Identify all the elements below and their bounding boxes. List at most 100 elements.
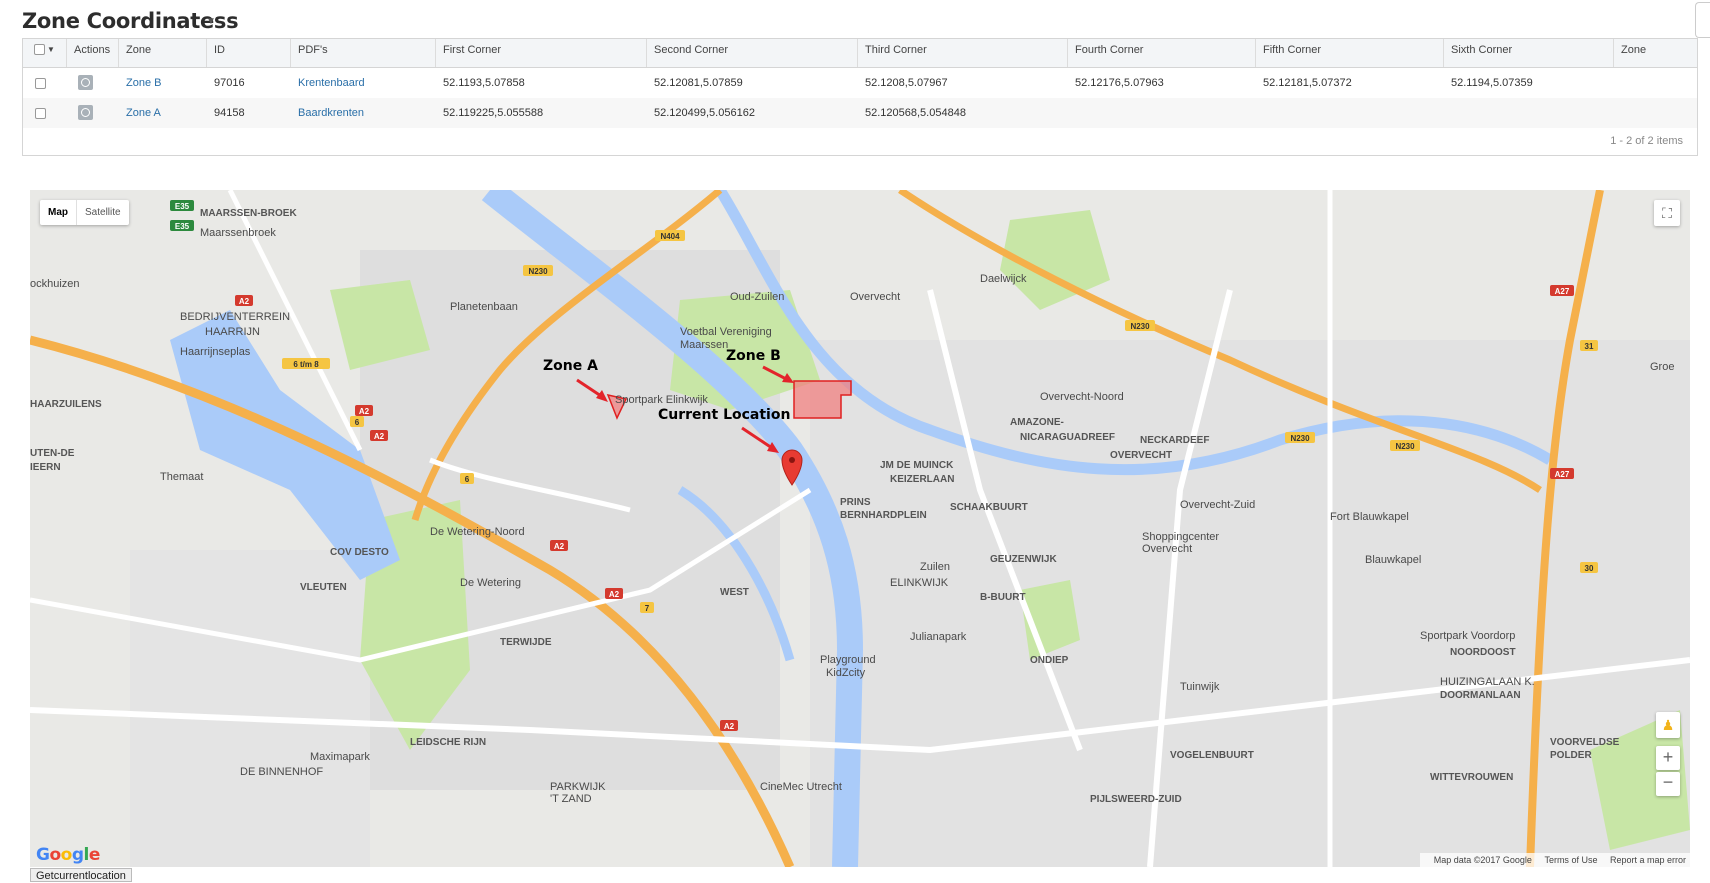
map-type-satellite[interactable]: Satellite (77, 200, 129, 225)
pegman-icon[interactable]: ♟ (1656, 712, 1680, 738)
map-view[interactable]: Zone A Zone B Current Location MAARSSEN-… (30, 190, 1690, 867)
road-shield-label: 30 (1585, 564, 1594, 573)
column-second-corner[interactable]: Second Corner (647, 39, 858, 67)
column-zone[interactable]: Zone (119, 39, 207, 67)
road-shield-label: 6 t/m 8 (293, 360, 319, 369)
map-place-label: B-BUURT (980, 592, 1026, 603)
map-place-label: Blauwkapel (1365, 554, 1421, 566)
road-shield-label: A27 (1555, 287, 1570, 296)
map-place-label: Daelwijck (980, 273, 1027, 285)
map-place-label: TERWIJDE (500, 637, 552, 648)
map-place-label: PARKWIJK (550, 781, 606, 793)
row-action-icon[interactable] (78, 105, 93, 120)
row-checkbox[interactable] (35, 78, 46, 89)
map-place-label: COV DESTO (330, 547, 389, 558)
map-place-label: Overvecht-Noord (1040, 391, 1124, 403)
map-type-map[interactable]: Map (40, 200, 77, 225)
side-panel-toggle[interactable] (1695, 2, 1710, 38)
column-first-corner[interactable]: First Corner (436, 39, 647, 67)
map-place-label: Fort Blauwkapel (1330, 511, 1409, 523)
terms-of-use-link[interactable]: Terms of Use (1544, 855, 1597, 865)
map-place-label: KidZcity (826, 667, 866, 679)
cell-zone-link[interactable]: Zone A (119, 98, 161, 128)
road-shield-label: N404 (660, 232, 680, 241)
fullscreen-icon[interactable]: ⛶ (1654, 200, 1680, 226)
column-zone-2[interactable]: Zone (1614, 39, 1699, 67)
map-place-label: NECKARDEEF (1140, 435, 1209, 446)
map-place-label: LEIDSCHE RIJN (410, 737, 486, 748)
column-pdfs[interactable]: PDF's (291, 39, 436, 67)
report-map-error-link[interactable]: Report a map error (1610, 855, 1686, 865)
cell-second-corner: 52.12081,5.07859 (654, 77, 743, 89)
map-place-label: De Wetering-Noord (430, 526, 525, 538)
zones-grid: ▼ Actions Zone ID PDF's First Corner Sec… (22, 38, 1698, 156)
road-shield-label: A2 (239, 297, 250, 306)
map-place-label: Sportpark Voordorp (1420, 630, 1515, 642)
map-place-label: HAARZUILENS (30, 399, 102, 410)
grid-header: ▼ Actions Zone ID PDF's First Corner Sec… (23, 39, 1697, 68)
select-all-column[interactable]: ▼ (23, 39, 67, 67)
map-place-label: ELINKWIJK (890, 577, 949, 589)
road-shield-label: A27 (1555, 470, 1570, 479)
road-shield-label: A2 (609, 590, 620, 599)
table-row[interactable]: Zone B 97016 Krentenbaard 52.1193,5.0785… (23, 68, 1697, 98)
cell-third-corner: 52.120568,5.054848 (865, 107, 966, 119)
zone-a-annotation: Zone A (543, 358, 598, 374)
map-place-label: AMAZONE- (1010, 417, 1064, 428)
title-caret-icon[interactable]: ▼ (206, 16, 216, 27)
cell-pdf-link[interactable]: Krentenbaard (291, 68, 365, 98)
map-place-label: ockhuizen (30, 278, 80, 290)
map-place-label: Oud-Zuilen (730, 291, 784, 303)
map-place-label: BERNHARDPLEIN (840, 510, 927, 521)
map-place-label: Haarrijnseplas (180, 346, 251, 358)
row-action-icon[interactable] (78, 75, 93, 90)
row-checkbox[interactable] (35, 108, 46, 119)
cell-id: 94158 (214, 107, 245, 119)
zoom-out-button[interactable]: − (1656, 772, 1680, 796)
cell-zone-link[interactable]: Zone B (119, 68, 161, 98)
column-fifth-corner[interactable]: Fifth Corner (1256, 39, 1444, 67)
cell-id: 97016 (214, 77, 245, 89)
column-sixth-corner[interactable]: Sixth Corner (1444, 39, 1614, 67)
cell-sixth-corner (1444, 98, 1451, 128)
zoom-in-button[interactable]: + (1656, 746, 1680, 770)
map-place-label: Tuinwijk (1180, 681, 1220, 693)
urban-area (130, 550, 370, 867)
road-shield-label: A2 (554, 542, 565, 551)
map-place-label: Zuilen (920, 561, 950, 573)
map-place-label: JM DE MUINCK (880, 460, 954, 471)
road-shield-label: 31 (1585, 342, 1594, 351)
road-shield-label: A2 (359, 407, 370, 416)
map-place-label: IEERN (30, 462, 61, 473)
column-third-corner[interactable]: Third Corner (858, 39, 1068, 67)
select-all-checkbox[interactable] (34, 44, 45, 55)
map-place-label: ONDIEP (1030, 655, 1069, 666)
map-type-control: Map Satellite (40, 200, 129, 225)
map-place-label: VOORVELDSE (1550, 737, 1620, 748)
map-place-label: UTEN-DE (30, 448, 75, 459)
column-fourth-corner[interactable]: Fourth Corner (1068, 39, 1256, 67)
map-place-label: Overvecht-Zuid (1180, 499, 1255, 511)
map-place-label: GEUZENWIJK (990, 554, 1057, 565)
cell-pdf-link[interactable]: Baardkrenten (291, 98, 364, 128)
get-current-location-button[interactable]: Getcurrentlocation (30, 868, 132, 882)
map-place-label: Maarssen (680, 339, 728, 351)
map-place-label: Themaat (160, 471, 203, 483)
map-canvas[interactable]: Zone A Zone B Current Location MAARSSEN-… (30, 190, 1690, 867)
map-place-label: 'T ZAND (550, 793, 592, 805)
google-logo: Google (36, 845, 100, 865)
road-shield-label: 7 (645, 604, 650, 613)
column-id[interactable]: ID (207, 39, 291, 67)
road-shield-label: 6 (465, 475, 470, 484)
cell-sixth-corner: 52.1194,5.07359 (1451, 77, 1533, 89)
map-place-label: VLEUTEN (300, 582, 347, 593)
marker-dot (789, 457, 795, 463)
map-place-label: VOGELENBUURT (1170, 750, 1254, 761)
table-row[interactable]: Zone A 94158 Baardkrenten 52.119225,5.05… (23, 98, 1697, 128)
cell-first-corner: 52.119225,5.055588 (443, 107, 544, 119)
select-caret-icon[interactable]: ▼ (47, 39, 55, 61)
cell-fourth-corner: 52.12176,5.07963 (1075, 77, 1164, 89)
column-actions[interactable]: Actions (67, 39, 119, 67)
road-shield-label: N230 (1130, 322, 1150, 331)
cell-second-corner: 52.120499,5.056162 (654, 107, 755, 119)
